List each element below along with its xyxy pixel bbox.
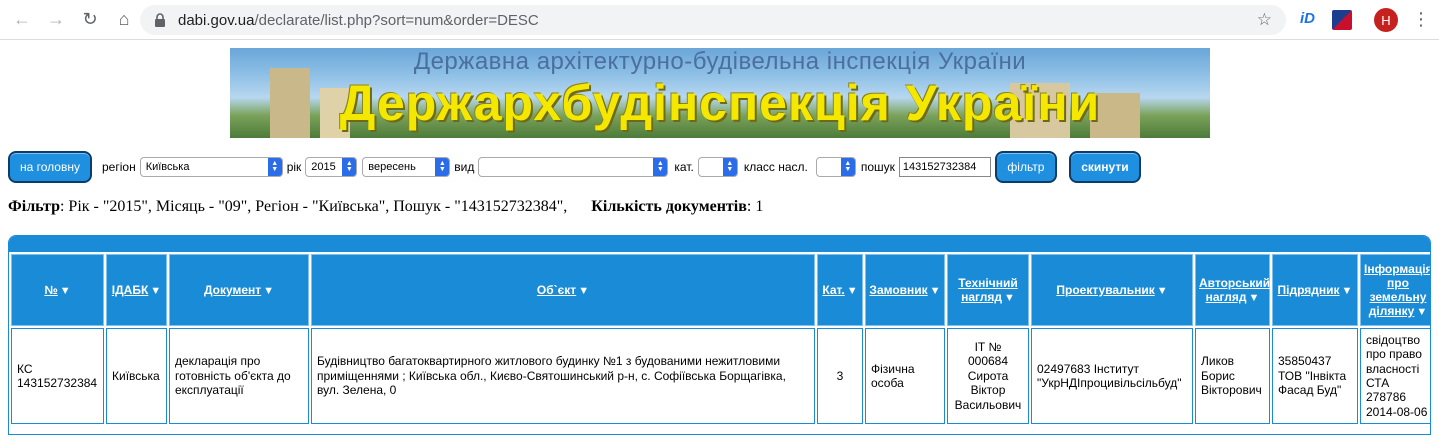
filter-button[interactable]: фільтр: [994, 151, 1057, 183]
banner-subtitle: Державна архітектурно-будівельна інспекц…: [413, 48, 1027, 75]
sort-arrow-icon[interactable]: ▼: [1416, 306, 1427, 318]
month-select[interactable]: вересень ▲ ▼: [362, 157, 451, 177]
region-label: регіон: [102, 160, 136, 174]
header-tech-supervision[interactable]: Технічний нагляд ▼: [947, 254, 1029, 326]
address-bar[interactable]: dabi.gov.ua/declarate/list.php?sort=num&…: [140, 5, 1286, 35]
lock-icon: [155, 13, 165, 27]
region-select-value: Київська: [145, 161, 190, 173]
cell-land-info: свідоцтво про право власності СТА 278786…: [1360, 328, 1430, 424]
profile-avatar[interactable]: H: [1374, 8, 1398, 32]
header-author-supervision[interactable]: Авторський нагляд ▼: [1195, 254, 1270, 326]
header-category[interactable]: Кат. ▼: [817, 254, 863, 326]
sort-arrow-icon[interactable]: ▼: [1248, 292, 1259, 304]
forward-icon[interactable]: →: [42, 6, 70, 34]
sort-arrow-icon[interactable]: ▼: [1342, 285, 1353, 297]
year-select-value: 2015: [311, 161, 336, 173]
category-select[interactable]: ▲ ▼: [697, 157, 738, 177]
cell-object: Будівництво багатоквартирного житлового …: [311, 328, 815, 424]
sort-arrow-icon[interactable]: ▼: [150, 285, 161, 297]
header-contractor[interactable]: Підрядник ▼: [1272, 254, 1358, 326]
header-document[interactable]: Документ ▼: [169, 254, 309, 326]
extension-flag-icon[interactable]: [1332, 10, 1352, 30]
sort-arrow-icon[interactable]: ▼: [1157, 285, 1168, 297]
sort-arrow-icon[interactable]: ▼: [578, 285, 589, 297]
chevron-updown-icon: ▲ ▼: [722, 158, 737, 176]
banner-title: Держархбудінспекція України: [339, 75, 1101, 131]
chevron-updown-icon: ▲ ▼: [267, 158, 282, 176]
header-object[interactable]: Об`єкт ▼: [311, 254, 815, 326]
cell-contractor: 35850437 ТОВ "Інвікта Фасад Буд": [1272, 328, 1358, 424]
sort-arrow-icon[interactable]: ▼: [263, 285, 274, 297]
filter-summary: Фільтр: Рік - "2015", Місяць - "09", Рег…: [8, 198, 763, 216]
table-row: КС 143152732384 Київська декларація про …: [11, 328, 1430, 424]
bookmark-star-icon[interactable]: ☆: [1257, 10, 1272, 30]
cell-document: декларація про готовність об'єкта до екс…: [169, 328, 309, 424]
document-count-label: Кількість документів: [591, 198, 747, 215]
sort-arrow-icon[interactable]: ▼: [847, 285, 858, 297]
filter-bar: на головну регіон Київська ▲ ▼ рік 2015 ▲…: [8, 150, 1141, 184]
cell-customer: Фізична особа: [865, 328, 945, 424]
browser-toolbar: ← → ↻ ⌂ dabi.gov.ua/declarate/list.php?s…: [0, 0, 1439, 40]
cell-idabk: Київська: [106, 328, 167, 424]
search-label: пошук: [860, 160, 895, 174]
cell-category: 3: [817, 328, 863, 424]
chevron-updown-icon: ▲ ▼: [435, 158, 450, 176]
home-icon[interactable]: ⌂: [110, 6, 138, 34]
search-input[interactable]: 143152732384: [898, 157, 991, 177]
extension-id-icon[interactable]: iD: [1300, 10, 1320, 30]
cell-author-supervision: Ликов Борис Вікторович: [1195, 328, 1270, 424]
chevron-updown-icon: ▲ ▼: [342, 158, 357, 176]
results-table: № ▼ ІДАБК ▼ Документ ▼ Об`єкт ▼ Кат. ▼ Замовн…: [8, 235, 1431, 435]
cell-tech-supervision: ІТ № 000684 Сирота Віктор Васильович: [947, 328, 1029, 424]
home-button[interactable]: на головну: [8, 151, 92, 183]
table-top-bar: [9, 236, 1430, 252]
header-land-info[interactable]: Інформація про земельну ділянку ▼: [1360, 254, 1430, 326]
filter-summary-text: : Рік - "2015", Місяць - "09", Регіон - …: [59, 198, 568, 215]
chevron-updown-icon: ▲ ▼: [653, 158, 668, 176]
browser-menu-icon[interactable]: ⋮: [1412, 9, 1430, 30]
filter-summary-label: Фільтр: [8, 198, 60, 215]
year-label: рік: [286, 160, 302, 174]
sort-arrow-icon[interactable]: ▼: [930, 285, 941, 297]
header-designer[interactable]: Проектувальник ▼: [1031, 254, 1193, 326]
type-select[interactable]: ▲ ▼: [478, 157, 669, 177]
results-grid: № ▼ ІДАБК ▼ Документ ▼ Об`єкт ▼ Кат. ▼ Замовн…: [9, 252, 1430, 426]
cell-num: КС 143152732384: [11, 328, 104, 424]
class-label: класс насл.: [743, 160, 808, 174]
back-icon[interactable]: ←: [8, 6, 36, 34]
sort-arrow-icon[interactable]: ▼: [60, 285, 71, 297]
reload-icon[interactable]: ↻: [76, 6, 104, 34]
chevron-updown-icon: ▲ ▼: [840, 158, 855, 176]
region-select[interactable]: Київська ▲ ▼: [139, 157, 283, 177]
header-customer[interactable]: Замовник ▼: [865, 254, 945, 326]
header-num[interactable]: № ▼: [11, 254, 104, 326]
site-banner[interactable]: Державна архітектурно-будівельна інспекц…: [230, 48, 1210, 138]
cell-designer: 02497683 Інститут "УкрНДІпроцивільсільбу…: [1031, 328, 1193, 424]
year-select[interactable]: 2015 ▲ ▼: [305, 157, 358, 177]
header-idabk[interactable]: ІДАБК ▼: [106, 254, 167, 326]
sort-arrow-icon[interactable]: ▼: [1004, 292, 1015, 304]
document-count-value: : 1: [746, 198, 764, 215]
table-header-row: № ▼ ІДАБК ▼ Документ ▼ Об`єкт ▼ Кат. ▼ Замовн…: [11, 254, 1430, 326]
category-label: кат.: [674, 160, 694, 174]
url-host: dabi.gov.ua: [178, 11, 255, 29]
month-select-value: вересень: [368, 161, 416, 173]
reset-button[interactable]: скинути: [1068, 151, 1141, 183]
class-select[interactable]: ▲ ▼: [815, 157, 856, 177]
type-label: вид: [454, 160, 475, 174]
url-path: /declarate/list.php?sort=num&order=DESC: [254, 11, 539, 29]
